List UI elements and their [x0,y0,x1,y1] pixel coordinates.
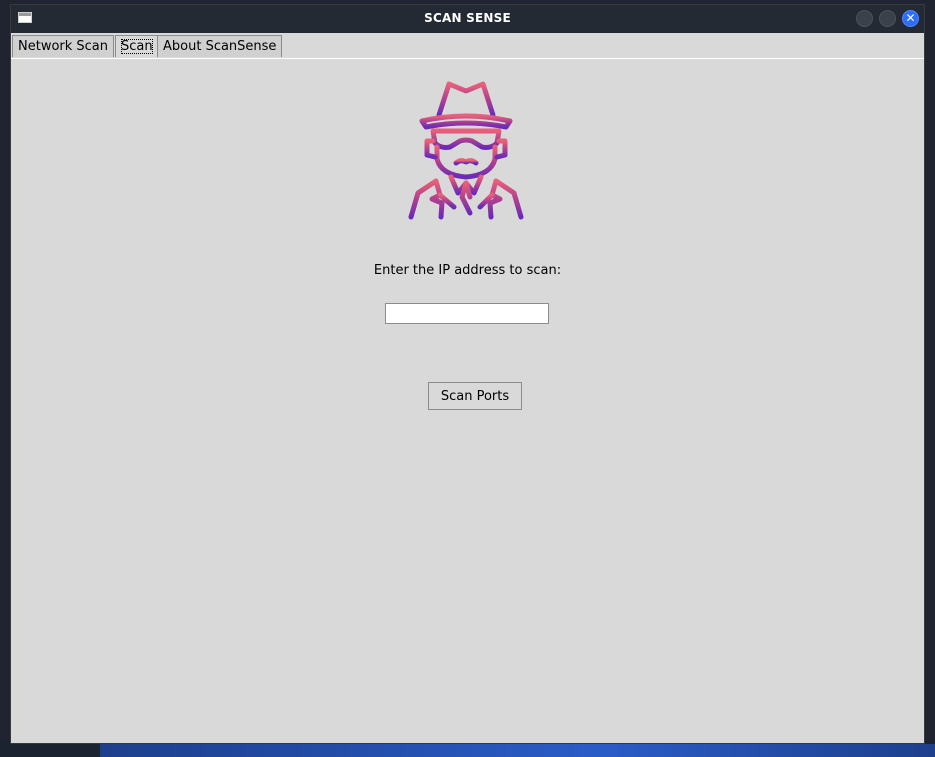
scan-tab-panel: Enter the IP address to scan: Scan Ports [11,59,924,743]
ip-prompt-label: Enter the IP address to scan: [373,263,562,278]
app-window: SCAN SENSE ✕ Network Scan Scan About Sca… [10,4,925,744]
minimize-button[interactable] [856,10,873,27]
ip-address-input[interactable] [385,303,549,324]
tab-scan[interactable]: Scan [115,35,159,57]
close-button[interactable]: ✕ [902,10,919,27]
title-bar: SCAN SENSE ✕ [11,5,924,33]
close-icon: ✕ [905,11,916,25]
scan-ports-button[interactable]: Scan Ports [428,382,522,410]
tab-label: Network Scan [18,39,109,54]
tab-bar: Network Scan Scan About ScanSense [11,33,924,59]
tab-label: About ScanSense [163,39,277,54]
desktop-taskbar-strip [100,744,935,757]
maximize-button[interactable] [879,10,896,27]
tab-label: Scan [121,39,153,54]
window-title: SCAN SENSE [424,11,511,25]
spy-agent-icon [408,81,524,220]
tab-network-scan[interactable]: Network Scan [12,35,115,57]
tab-about-scansense[interactable]: About ScanSense [157,35,283,57]
